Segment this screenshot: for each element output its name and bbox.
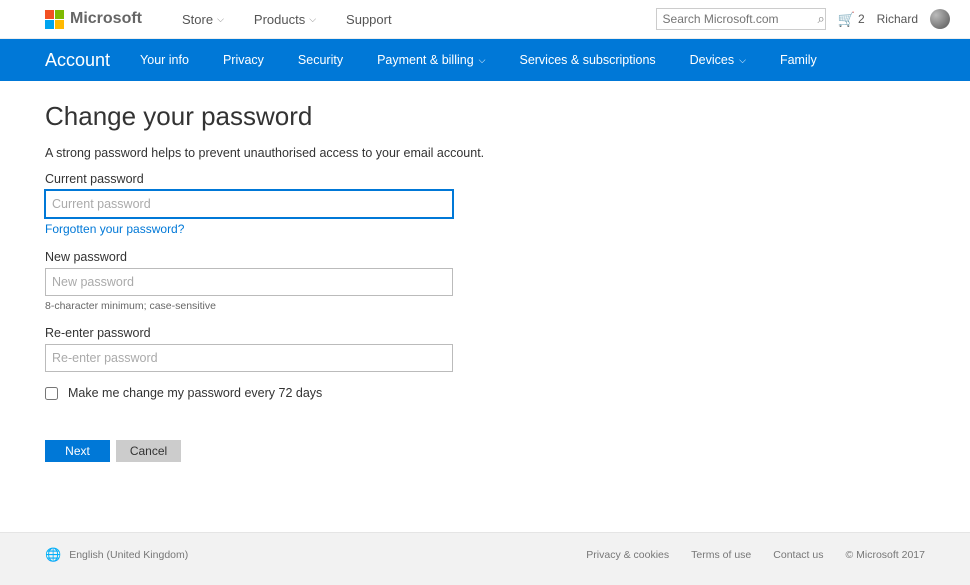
search-box[interactable]: ⌕ xyxy=(656,8,826,30)
nav-support-label: Support xyxy=(346,12,392,27)
button-row: Next Cancel xyxy=(45,440,925,462)
nav-products-label: Products xyxy=(254,12,305,27)
account-nav-bar: Account Your info Privacy Security Payme… xyxy=(0,39,970,81)
footer: 🌐 English (United Kingdom) Privacy & coo… xyxy=(0,532,970,585)
force-change-label: Make me change my password every 72 days xyxy=(68,386,322,400)
new-password-block: New password 8-character minimum; case-s… xyxy=(45,250,925,312)
footer-terms[interactable]: Terms of use xyxy=(691,549,751,561)
force-change-checkbox[interactable] xyxy=(45,387,58,400)
nav-privacy[interactable]: Privacy xyxy=(223,53,264,67)
locale-selector[interactable]: 🌐 English (United Kingdom) xyxy=(45,547,188,563)
reenter-password-block: Re-enter password xyxy=(45,326,925,372)
search-input[interactable] xyxy=(663,12,818,26)
nav-support[interactable]: Support xyxy=(346,12,392,27)
current-password-block: Current password Forgotten your password… xyxy=(45,172,925,236)
nav-products[interactable]: Products ⌵ xyxy=(254,12,316,27)
footer-contact[interactable]: Contact us xyxy=(773,549,823,561)
microsoft-logo-icon xyxy=(45,10,64,29)
user-name[interactable]: Richard xyxy=(877,12,918,26)
nav-your-info[interactable]: Your info xyxy=(140,53,189,67)
microsoft-logo-text: Microsoft xyxy=(70,10,142,28)
new-password-input[interactable] xyxy=(45,268,453,296)
cart-count: 2 xyxy=(858,12,865,26)
nav-family[interactable]: Family xyxy=(780,53,817,67)
forgot-password-link[interactable]: Forgotten your password? xyxy=(45,222,184,236)
cancel-button[interactable]: Cancel xyxy=(116,440,181,462)
nav-devices[interactable]: Devices⌵ xyxy=(690,53,746,67)
new-password-hint: 8-character minimum; case-sensitive xyxy=(45,300,925,312)
top-right: ⌕ 🛒 2 Richard xyxy=(656,8,950,30)
chevron-down-icon: ⌵ xyxy=(479,55,486,66)
new-password-label: New password xyxy=(45,250,925,264)
chevron-down-icon: ⌵ xyxy=(217,14,224,25)
footer-copyright: © Microsoft 2017 xyxy=(845,549,925,561)
footer-links: Privacy & cookies Terms of use Contact u… xyxy=(586,549,925,561)
nav-store-label: Store xyxy=(182,12,213,27)
cart-button[interactable]: 🛒 2 xyxy=(838,11,865,28)
chevron-down-icon: ⌵ xyxy=(309,14,316,25)
reenter-password-input[interactable] xyxy=(45,344,453,372)
nav-services[interactable]: Services & subscriptions xyxy=(519,53,655,67)
account-nav: Your info Privacy Security Payment & bil… xyxy=(140,53,817,67)
chevron-down-icon: ⌵ xyxy=(739,55,746,66)
avatar[interactable] xyxy=(930,9,950,29)
reenter-password-label: Re-enter password xyxy=(45,326,925,340)
current-password-label: Current password xyxy=(45,172,925,186)
search-icon[interactable]: ⌕ xyxy=(818,11,825,27)
nav-store[interactable]: Store ⌵ xyxy=(182,12,224,27)
current-password-input[interactable] xyxy=(45,190,453,218)
page-subtext: A strong password helps to prevent unaut… xyxy=(45,146,925,160)
locale-label: English (United Kingdom) xyxy=(69,549,188,561)
account-title: Account xyxy=(45,50,110,71)
next-button[interactable]: Next xyxy=(45,440,110,462)
nav-payment-billing[interactable]: Payment & billing⌵ xyxy=(377,53,485,67)
cart-icon: 🛒 xyxy=(838,11,855,28)
footer-privacy[interactable]: Privacy & cookies xyxy=(586,549,669,561)
top-nav: Store ⌵ Products ⌵ Support xyxy=(182,12,392,27)
main-content: Change your password A strong password h… xyxy=(0,81,970,502)
globe-icon: 🌐 xyxy=(45,547,61,563)
microsoft-logo[interactable]: Microsoft xyxy=(45,10,142,29)
force-change-checkbox-row[interactable]: Make me change my password every 72 days xyxy=(45,386,925,400)
top-header: Microsoft Store ⌵ Products ⌵ Support ⌕ 🛒… xyxy=(0,0,970,39)
nav-security[interactable]: Security xyxy=(298,53,343,67)
page-title: Change your password xyxy=(45,101,925,132)
